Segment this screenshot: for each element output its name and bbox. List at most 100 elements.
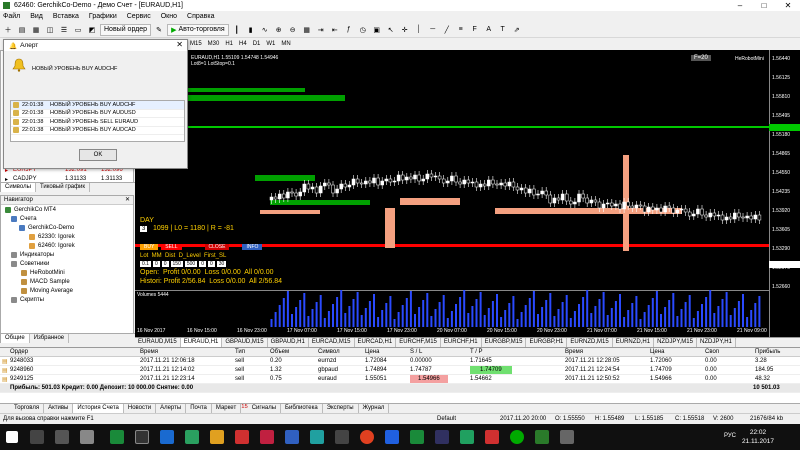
column-header[interactable]: S / L [410, 349, 422, 355]
indicators-icon[interactable]: ƒ [343, 24, 355, 36]
app-icon-red[interactable] [235, 430, 249, 444]
app-icon-green2[interactable] [460, 430, 474, 444]
app-icon-teal[interactable] [310, 430, 324, 444]
app-icon-grey[interactable] [560, 430, 574, 444]
ok-button[interactable]: OK [79, 149, 117, 161]
table-row[interactable]: ▤ 9248960 2017.11.21 12:14:02 sell 1.32 gbpau… [0, 366, 800, 375]
new-chart-icon[interactable]: ＋ [2, 24, 14, 36]
chart-tab[interactable]: NZDJPY,H1 [697, 338, 736, 347]
buy-button[interactable]: BUY [140, 244, 159, 250]
chart-canvas[interactable] [135, 50, 800, 337]
terminal-tab[interactable]: История Счета [73, 404, 124, 413]
tf-m15[interactable]: M15 [190, 41, 202, 47]
chart-tab[interactable]: NZDJPY,M15 [654, 338, 697, 347]
auto-trading-button[interactable]: ▶ Авто-торговля [167, 23, 229, 36]
chart-tab[interactable]: GBPAUD,M15 [222, 338, 268, 347]
chart-tab[interactable]: GBPAUD,H1 [268, 338, 309, 347]
close-icon[interactable]: ✕ [176, 40, 183, 49]
menu-insert[interactable]: Вставка [53, 13, 79, 20]
period-icon[interactable]: ◷ [357, 24, 369, 36]
menu-view[interactable]: Вид [30, 13, 43, 20]
terminal-tab[interactable]: Эксперты [323, 404, 359, 413]
bar-chart-icon[interactable]: ┃ [231, 24, 243, 36]
tf-h4[interactable]: H4 [239, 41, 247, 47]
nav-item-expert[interactable]: MACD Sample [21, 279, 70, 285]
info-button[interactable]: INFO [242, 244, 263, 250]
nav-item-indicators[interactable]: Индикаторы [11, 252, 54, 258]
app-icon-whatsapp[interactable] [510, 430, 524, 444]
data-window-icon[interactable]: ◫ [44, 24, 56, 36]
profiles-icon[interactable]: ▤ [16, 24, 28, 36]
nav-item-account[interactable]: 62460: Igorek [29, 243, 75, 249]
tab-tick-chart[interactable]: Тиковый график [36, 183, 91, 192]
terminal-tab[interactable]: Активы [44, 404, 74, 413]
sell-button[interactable]: SELL [161, 244, 182, 250]
menu-tools[interactable]: Сервис [127, 13, 151, 20]
app-icon-q[interactable] [110, 430, 124, 444]
column-header[interactable]: T / P [470, 349, 483, 355]
tab-favorites[interactable]: Избранное [30, 334, 70, 343]
tf-m30[interactable]: M30 [208, 41, 220, 47]
navigator-icon[interactable]: ☰ [58, 24, 70, 36]
terminal-tab[interactable]: Почта [186, 404, 212, 413]
terminal-tab[interactable]: Библиотека [281, 404, 323, 413]
nav-item-experts[interactable]: Советники [11, 261, 49, 267]
keyboard-language[interactable]: РУС [724, 433, 736, 439]
first-input[interactable]: 0 [199, 261, 206, 267]
terminal-tab[interactable]: Журнал [359, 404, 390, 413]
tf-mn[interactable]: MN [281, 41, 290, 47]
windows-start-icon[interactable] [6, 431, 18, 443]
nav-item-scripts[interactable]: Скрипты [11, 297, 44, 303]
tester-icon[interactable]: ◩ [86, 24, 98, 36]
green-level-line[interactable] [135, 126, 769, 128]
chart-tab[interactable]: EURCHF,H1 [441, 338, 482, 347]
fibo-icon[interactable]: F [469, 24, 481, 36]
menu-file[interactable]: Файл [3, 13, 20, 20]
terminal-tab[interactable]: Торговля [10, 404, 45, 413]
templates-icon[interactable]: ▣ [371, 24, 383, 36]
app-icon-blue[interactable] [285, 430, 299, 444]
chart-tab[interactable]: EURGBP,H1 [526, 338, 568, 347]
column-header[interactable]: Время [565, 349, 583, 355]
tf-h1[interactable]: H1 [225, 41, 233, 47]
trendline-icon[interactable]: ╱ [441, 24, 453, 36]
terminal-tab[interactable]: Новости [124, 404, 157, 413]
column-header[interactable]: Время [140, 349, 158, 355]
cursor-icon[interactable]: ↖ [385, 24, 397, 36]
search-icon[interactable] [30, 430, 44, 444]
line-chart-icon[interactable]: ∿ [259, 24, 271, 36]
tf-w1[interactable]: W1 [266, 41, 275, 47]
chart-tab[interactable]: EURGBP,M15 [482, 338, 527, 347]
column-header[interactable]: Цена [650, 349, 664, 355]
task-view-icon[interactable] [55, 430, 69, 444]
app-icon-k[interactable] [260, 430, 274, 444]
level-zone[interactable] [270, 200, 370, 205]
dist-input[interactable]: 0 [161, 261, 169, 267]
chart-tab[interactable]: EURCAD,M15 [309, 338, 355, 347]
terminal-tab[interactable]: Маркет [212, 404, 242, 413]
label-icon[interactable]: T [497, 24, 509, 36]
terminal-tab[interactable]: Сигналы [248, 404, 282, 413]
app-icon-terminal[interactable] [535, 430, 549, 444]
app-icon-chrome[interactable] [360, 430, 374, 444]
alert-row[interactable]: 22:01:38 НОВЫЙ УРОВЕНЬ SELL EURAUD [11, 118, 184, 127]
chart-tab[interactable]: EURNZD,H1 [613, 338, 655, 347]
column-header[interactable]: Символ [318, 349, 340, 355]
text-icon[interactable]: A [483, 24, 495, 36]
sl-input[interactable]: 0 [207, 261, 215, 267]
chart-tab[interactable]: EURAUD,M15 [135, 338, 181, 347]
app-icon-red2[interactable] [485, 430, 499, 444]
price-chart[interactable]: EURAUD,H1 1.55109 1.54748 1.54946 Lot8=1… [135, 50, 800, 337]
lot-input[interactable]: 0.1 [140, 261, 151, 267]
column-header[interactable]: Своп [705, 349, 719, 355]
first-sl-input[interactable]: 30 [216, 261, 227, 267]
nav-item-account[interactable]: 62330: Igorek [29, 234, 75, 240]
maximize-icon[interactable]: □ [752, 0, 776, 11]
column-header[interactable]: Прибыль [755, 349, 780, 355]
app-icon-word[interactable] [385, 430, 399, 444]
zoom-out-icon[interactable]: ⊖ [287, 24, 299, 36]
minimize-icon[interactable]: – [728, 0, 752, 11]
metaeditor-icon[interactable]: ✎ [153, 24, 165, 36]
table-row[interactable]: ▤ 9248033 2017.11.21 12:06:18 sell 0.20 eurnz… [0, 357, 800, 366]
column-header[interactable]: Объем [270, 349, 289, 355]
